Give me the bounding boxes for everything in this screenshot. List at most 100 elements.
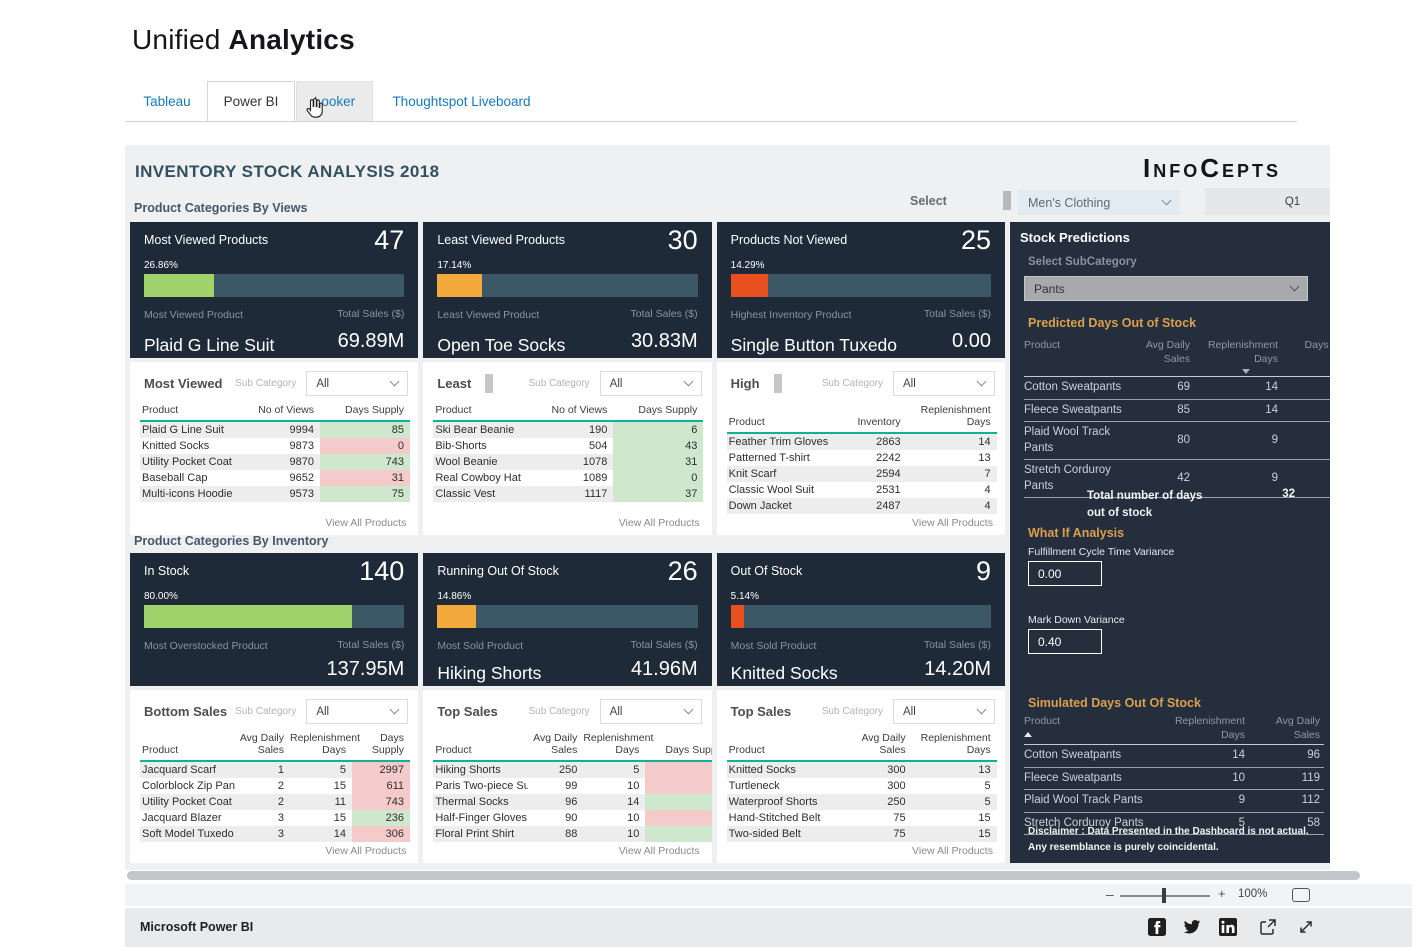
view-all-products-link[interactable]: View All Products — [619, 845, 700, 857]
col-header[interactable]: Days Supply — [645, 730, 711, 761]
quarter-q1-button[interactable]: Q1 — [1205, 188, 1330, 215]
view-all-products-link[interactable]: View All Products — [325, 517, 406, 529]
col-header[interactable]: Product — [727, 402, 839, 433]
facebook-icon[interactable] — [1148, 918, 1166, 936]
cell-product: Hand-Stitched Belt — [727, 810, 837, 826]
col-header[interactable]: Days Supply — [320, 402, 410, 421]
subcategory-label: Sub Category — [529, 378, 590, 389]
page-title: Unified Analytics — [132, 24, 355, 56]
chevron-down-icon — [683, 377, 693, 387]
col-header[interactable]: Avg Daily Sales — [1249, 712, 1324, 745]
report-title: INVENTORY STOCK ANALYSIS 2018 — [135, 162, 439, 182]
col-header[interactable]: Days Out of stock — [1282, 336, 1330, 377]
section-heading-inventory: Product Categories By Inventory — [134, 534, 329, 548]
col-header[interactable]: No of Views — [252, 402, 320, 421]
col-header[interactable]: Product — [433, 402, 545, 421]
col-header[interactable]: Avg Daily Sales — [235, 730, 290, 761]
kpi-card[interactable]: Most Viewed Products 47 26.86% Most View… — [130, 222, 418, 358]
tab-power-bi[interactable]: Power BI — [207, 81, 295, 121]
what-if-title: What If Analysis — [1028, 526, 1124, 540]
sort-descending-icon — [1242, 369, 1250, 374]
table-row: Utility Pocket Coat 9870 743 — [140, 454, 410, 470]
subcategory-filter-dropdown[interactable]: All — [306, 371, 408, 396]
subcategory-filter-dropdown[interactable]: All — [893, 699, 995, 724]
col-header[interactable]: Replenishment Days — [1164, 712, 1249, 745]
kpi-progress-fill — [144, 274, 214, 297]
table-row: Cotton Sweatpants 14 96 — [1024, 745, 1324, 768]
col-header[interactable]: Replenishment Days — [290, 730, 352, 761]
cell-avg-daily-sales: 88 — [528, 826, 583, 842]
table-row: Real Cowboy Hat 1089 0 — [433, 470, 703, 486]
expand-diagonal-icon[interactable] — [1297, 918, 1315, 936]
zoom-out-button[interactable]: – — [1106, 886, 1114, 902]
col-header[interactable]: Days Supply — [352, 730, 410, 761]
view-all-products-link[interactable]: View All Products — [325, 845, 406, 857]
col-header[interactable]: Avg Daily Sales — [837, 730, 912, 761]
col-header[interactable]: Days Supply — [613, 402, 703, 421]
kpi-progress-fill — [731, 605, 744, 628]
subcategory-dropdown[interactable]: Pants — [1024, 276, 1308, 301]
cell-avg-daily-sales: 96 — [528, 794, 583, 810]
kpi-total-sales: 137.95M — [326, 658, 404, 681]
markdown-variance-input[interactable]: 0.40 — [1028, 629, 1102, 654]
panel-title: Stock Predictions — [1020, 230, 1130, 245]
kpi-card[interactable]: Products Not Viewed 25 14.29% Highest In… — [717, 222, 1005, 358]
kpi-row-inventory: In Stock 140 80.00% Most Overstocked Pro… — [130, 553, 1005, 686]
fulfillment-variance-input[interactable]: 0.00 — [1028, 561, 1102, 586]
table-row: Jacquard Scarf 1 5 2997 — [140, 761, 410, 778]
col-header[interactable]: Replenishment Days — [583, 730, 645, 761]
col-header[interactable]: Product — [727, 730, 837, 761]
slicer-focus-handle[interactable] — [1003, 191, 1011, 210]
col-header[interactable]: Replenishment Days — [907, 402, 997, 433]
table-row: Wool Beanie 1078 31 — [433, 454, 703, 470]
view-all-products-link[interactable]: View All Products — [912, 845, 993, 857]
cell-days-supply: 31 — [613, 454, 703, 470]
col-header[interactable]: Avg Daily Sales — [1132, 336, 1194, 377]
subcategory-filter-dropdown[interactable]: All — [600, 371, 702, 396]
col-header[interactable]: Replenishment Days — [912, 730, 997, 761]
col-header[interactable]: Product — [1024, 336, 1132, 377]
col-header[interactable]: Inventory — [839, 402, 907, 433]
col-header[interactable]: Product — [1024, 712, 1164, 745]
zoom-slider-handle[interactable] — [1162, 888, 1166, 903]
tab-thoughtspot-liveboard[interactable]: Thoughtspot Liveboard — [380, 81, 543, 121]
view-all-products-link[interactable]: View All Products — [619, 517, 700, 529]
cell-replenishment-days: 4 — [907, 482, 997, 498]
col-header[interactable]: Product — [140, 730, 235, 761]
cell-replenishment-days: 11 — [290, 794, 352, 810]
kpi-progress-fill — [144, 605, 352, 628]
kpi-card[interactable]: In Stock 140 80.00% Most Overstocked Pro… — [130, 553, 418, 686]
table-row: Plaid G Line Suit 9994 85 — [140, 421, 410, 438]
kpi-card[interactable]: Running Out Of Stock 26 14.86% Most Sold… — [423, 553, 711, 686]
col-header[interactable]: Product — [433, 730, 528, 761]
view-all-products-link[interactable]: View All Products — [912, 517, 993, 529]
kpi-card[interactable]: Least Viewed Products 30 17.14% Least Vi… — [423, 222, 711, 358]
subcategory-filter-dropdown[interactable]: All — [600, 699, 702, 724]
subcategory-filter-dropdown[interactable]: All — [306, 699, 408, 724]
share-icon[interactable] — [1259, 918, 1277, 936]
kpi-title: Products Not Viewed — [731, 233, 848, 247]
table-row: Turtleneck 300 5 — [727, 778, 997, 794]
subcategory-label: Sub Category — [529, 706, 590, 717]
chevron-down-icon — [977, 705, 987, 715]
slicer-focus-handle[interactable] — [774, 374, 782, 393]
cell-product: Floral Print Shirt — [433, 826, 528, 842]
cell-days-out-of-stock: 13 — [1282, 377, 1330, 400]
zoom-in-button[interactable]: + — [1218, 886, 1226, 901]
linkedin-icon[interactable] — [1219, 918, 1237, 936]
col-header[interactable]: Product — [140, 402, 252, 421]
twitter-icon[interactable] — [1183, 918, 1201, 936]
col-header[interactable]: No of Views — [545, 402, 613, 421]
horizontal-scrollbar[interactable] — [127, 871, 1360, 880]
cell-product: Ski Bear Beanie — [433, 421, 545, 438]
subcategory-filter-dropdown[interactable]: All — [893, 371, 995, 396]
col-header[interactable]: Avg Daily Sales — [528, 730, 583, 761]
tab-tableau[interactable]: Tableau — [127, 81, 207, 121]
kpi-card[interactable]: Out Of Stock 9 5.14% Most Sold Product T… — [717, 553, 1005, 686]
col-header[interactable]: Replenishment Days — [1194, 336, 1282, 377]
fit-to-page-icon[interactable] — [1292, 888, 1310, 902]
category-dropdown[interactable]: Men's Clothing — [1018, 190, 1180, 215]
cell-product: Patterned T-shirt — [727, 450, 839, 466]
slicer-focus-handle[interactable] — [485, 374, 493, 393]
cell-value: 1078 — [545, 454, 613, 470]
